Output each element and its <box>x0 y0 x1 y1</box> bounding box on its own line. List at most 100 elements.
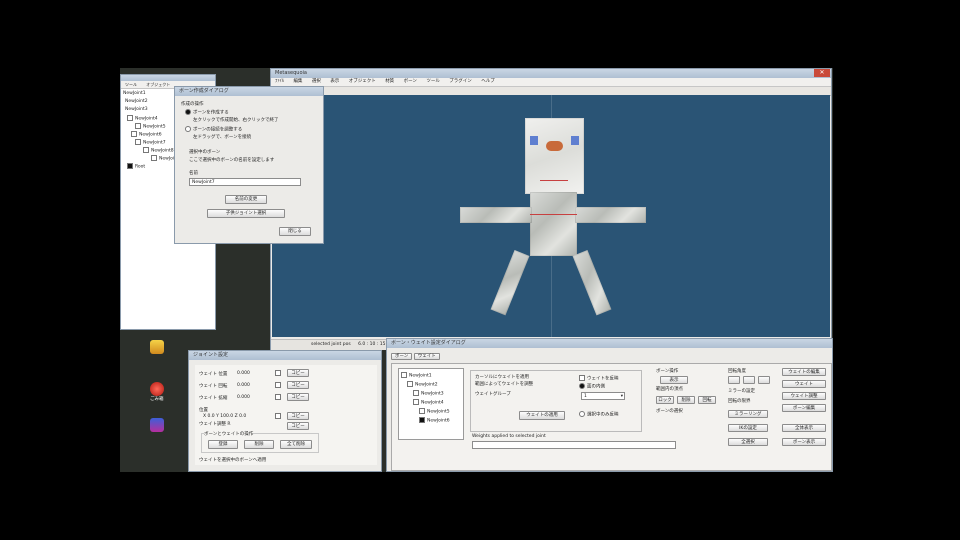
menu-plugin[interactable]: プラグイン <box>449 79 472 84</box>
menu-help[interactable]: ヘルプ <box>481 79 495 84</box>
radio-create[interactable]: ボーンを作成する <box>185 109 229 116</box>
status-text: selected joint pos <box>311 342 351 347</box>
small-button[interactable] <box>743 376 755 384</box>
row-value: 0.000 <box>237 383 250 388</box>
editor-menubar: ﾌｧｲﾙ 編集 選択 表示 オブジェクト 材質 ボーン ツール プラグイン ヘル… <box>271 78 831 87</box>
robot-left-leg[interactable] <box>490 250 530 316</box>
menu-material[interactable]: 材質 <box>385 79 394 84</box>
tab-weight[interactable]: ウェイト <box>413 353 440 360</box>
tree-item[interactable]: NewJoint2 <box>125 99 148 104</box>
copy-button[interactable]: コピー <box>287 422 309 430</box>
register-button[interactable]: 登録 <box>208 440 238 449</box>
tool-icon[interactable] <box>150 418 164 432</box>
group-label: 選択中のボーン <box>189 150 221 155</box>
app-icon[interactable] <box>150 340 164 354</box>
row-checkbox[interactable] <box>275 382 283 389</box>
tree-item[interactable]: NewJoint4 <box>413 399 444 406</box>
far-right-button[interactable]: ウェイトの編集 <box>782 368 826 376</box>
bone-dialog-title: ボーン作成ダイアログ <box>175 87 323 96</box>
tab-bone[interactable]: ボーン <box>391 353 413 360</box>
delete-all-button[interactable]: 全て削除 <box>280 440 312 449</box>
name-field[interactable]: NewJoint7 <box>189 178 301 186</box>
robot-right-leg[interactable] <box>572 250 612 316</box>
copy-button[interactable]: コピー <box>287 393 309 401</box>
weight-panel-title: ボーン・ウェイト設定ダイアログ <box>387 339 832 348</box>
right-label: 範囲内の頂点 <box>656 387 683 392</box>
3d-viewport[interactable] <box>272 95 830 337</box>
rotate-button[interactable]: 回転 <box>698 396 716 404</box>
group-desc: 範囲によってウェイトを調整 <box>475 382 534 387</box>
chevron-down-icon: ▾ <box>620 394 623 399</box>
tree-item[interactable]: NewJoint6 <box>419 417 450 424</box>
tree-item[interactable]: NewJoint1 <box>401 372 432 379</box>
tree-item[interactable]: NewJoint3 <box>413 390 444 397</box>
tree-item[interactable]: NewJoint3 <box>125 107 148 112</box>
delete-button[interactable]: 削除 <box>244 440 274 449</box>
far-right-button[interactable]: ボーン編集 <box>782 404 826 412</box>
radio-connect[interactable]: ボーンの接続を調整する <box>185 126 242 133</box>
copy-button[interactable]: コピー <box>287 412 309 420</box>
apply-weight-button[interactable]: ウェイトの適用 <box>519 411 565 420</box>
option-apply[interactable]: ウェイトを反映 <box>579 375 619 382</box>
tree-item[interactable]: Root <box>127 163 145 170</box>
menu-object[interactable]: オブジェクト <box>349 79 376 84</box>
menu-view[interactable]: 表示 <box>330 79 339 84</box>
far-right-button[interactable]: ウェイト <box>782 380 826 388</box>
far-right-button[interactable]: 全体表示 <box>782 424 826 432</box>
ik-button[interactable]: IKの設定 <box>728 424 768 432</box>
tab-tools[interactable]: ツール <box>125 82 137 87</box>
close-button[interactable]: 閉じる <box>279 227 311 236</box>
recycle-bin-icon[interactable] <box>150 382 164 396</box>
tree-item[interactable]: NewJoint5 <box>419 408 450 415</box>
weight-dropdown[interactable]: 1 ▾ <box>581 392 625 400</box>
select-all-button[interactable]: 全選択 <box>728 438 768 446</box>
rename-button[interactable]: 名前の変更 <box>225 195 267 204</box>
small-button[interactable] <box>758 376 770 384</box>
tree-item[interactable]: NewJoint5 <box>135 123 166 130</box>
robot-torso[interactable] <box>530 192 577 256</box>
rotation-label: ウェイト調整 R <box>199 422 231 427</box>
lock-button[interactable]: ロック <box>656 396 674 404</box>
menu-select[interactable]: 選択 <box>312 79 321 84</box>
tree-item[interactable]: NewJoint7 <box>135 139 166 146</box>
desktop: ごみ箱 ツール オブジェクト NewJoint1 NewJoint2 NewJo… <box>120 68 833 472</box>
left-eye <box>530 136 538 145</box>
recycle-area: ごみ箱 <box>150 382 164 402</box>
row-checkbox[interactable] <box>275 394 283 401</box>
name-label: 名前 <box>189 171 198 176</box>
group-label: 作成の操作 <box>181 102 204 107</box>
show-button[interactable]: 表示 <box>660 376 688 384</box>
option-range[interactable]: 選択中のみ反映 <box>579 411 619 418</box>
robot-head[interactable] <box>525 118 584 194</box>
copy-button[interactable]: コピー <box>287 369 309 377</box>
menu-bone[interactable]: ボーン <box>404 79 417 84</box>
menu-tool[interactable]: ツール <box>426 79 440 84</box>
tree-item[interactable]: NewJoint4 <box>127 115 158 122</box>
robot-right-arm[interactable] <box>575 207 646 223</box>
close-icon[interactable]: ✕ <box>814 69 830 77</box>
far-right-button[interactable]: ボーン表示 <box>782 438 826 446</box>
tree-item[interactable]: NewJoint2 <box>407 381 438 388</box>
far-right-button[interactable]: ウェイト調整 <box>782 392 826 400</box>
select-child-button[interactable]: 子供ジョイント選択 <box>207 209 285 218</box>
joint-body: ウェイト 位置 0.000 コピー ウェイト 回転 0.000 コピー ウェイト… <box>195 365 377 465</box>
menu-file[interactable]: ﾌｧｲﾙ <box>275 79 284 84</box>
mirror-button[interactable]: ミラーリング <box>728 410 768 418</box>
small-button[interactable] <box>728 376 740 384</box>
pos-checkbox[interactable] <box>275 413 283 420</box>
bone-tree[interactable]: NewJoint1 NewJoint2 NewJoint3 NewJoint4 … <box>398 368 464 440</box>
tree-item[interactable]: NewJoint8 <box>143 147 174 154</box>
option-selected[interactable]: 面の内側 <box>579 383 605 390</box>
menu-edit[interactable]: 編集 <box>293 79 302 84</box>
weight-body: NewJoint1 NewJoint2 NewJoint3 NewJoint4 … <box>391 363 832 471</box>
joint-dialog-title: ジョイント設定 <box>189 351 381 360</box>
tree-item[interactable]: NewJoint6 <box>131 131 162 138</box>
robot-left-arm[interactable] <box>460 207 532 223</box>
tree-item[interactable]: NewJoint1 <box>123 91 146 96</box>
tab-objects[interactable]: オブジェクト <box>146 82 170 87</box>
operation-group: ボーンとウェイトの操作 登録 削除 全て削除 <box>201 431 319 453</box>
nose <box>546 141 563 151</box>
copy-button[interactable]: コピー <box>287 381 309 389</box>
delete-button[interactable]: 削除 <box>677 396 695 404</box>
row-checkbox[interactable] <box>275 370 283 377</box>
